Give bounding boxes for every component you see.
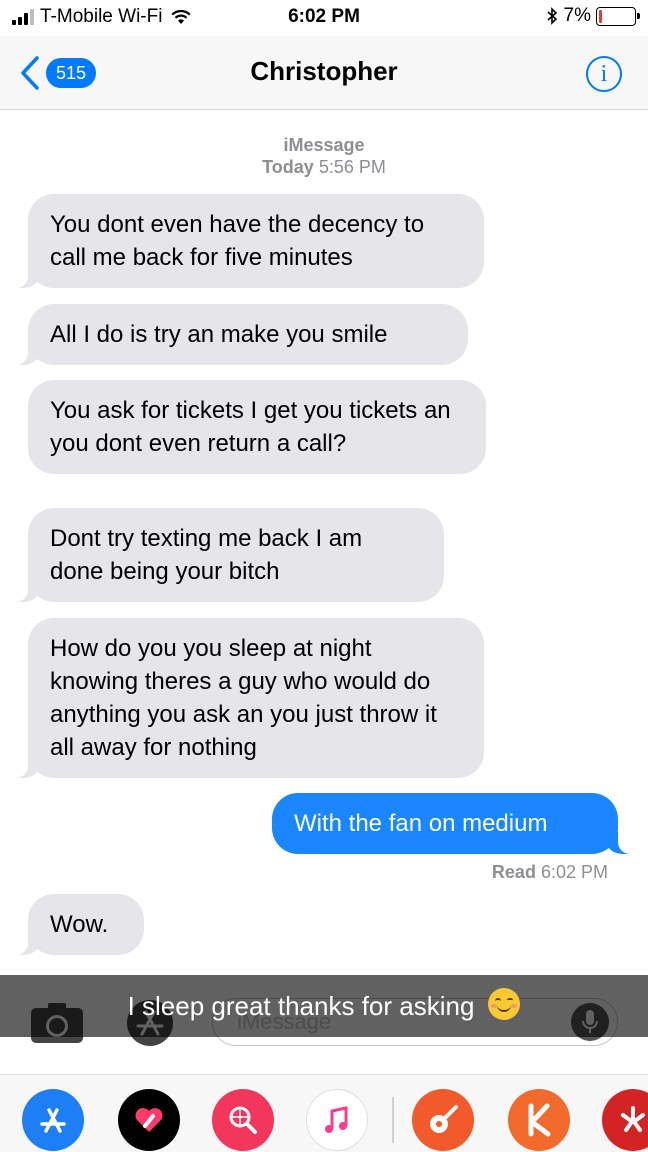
message-bubble[interactable]: All I do is try an make you smile	[6, 304, 468, 365]
date-time: 5:56 PM	[318, 157, 386, 177]
bluetooth-icon	[547, 7, 557, 25]
message-bubble[interactable]: You ask for tickets I get you tickets an…	[28, 380, 486, 474]
info-icon: i	[600, 60, 608, 87]
smiling-face-emoji-icon	[488, 988, 521, 1020]
drawer-divider	[392, 1097, 394, 1143]
caption-text: I sleep great thanks for asking	[127, 990, 475, 1021]
music-note-icon[interactable]	[306, 1089, 368, 1151]
battery-percent: 7%	[563, 5, 591, 26]
message-bubble[interactable]: How do you you sleep at night knowing th…	[6, 618, 484, 778]
app-drawer	[0, 1074, 648, 1152]
conversation-header: iMessage Today 5:56 PM	[0, 134, 648, 178]
timestamp: Today 5:56 PM	[0, 156, 648, 178]
k-letter-icon[interactable]	[508, 1089, 570, 1151]
appstore-icon[interactable]	[22, 1089, 84, 1151]
message-bubble[interactable]: Wow.	[6, 894, 144, 955]
message-bubble-sent[interactable]: With the fan on medium	[272, 793, 640, 854]
yelp-icon[interactable]	[602, 1089, 648, 1151]
message-bubble[interactable]: Dont try texting me back I am done being…	[6, 508, 444, 602]
date-label: Today	[262, 157, 314, 177]
guitar-icon[interactable]	[412, 1089, 474, 1151]
message-bubble[interactable]: You dont even have the decency to call m…	[6, 194, 484, 288]
nav-bar: 515 Christopher i	[0, 36, 648, 110]
contact-name[interactable]: Christopher	[0, 56, 648, 87]
info-button[interactable]: i	[586, 56, 622, 92]
battery-icon	[596, 6, 640, 26]
read-label: Read	[491, 862, 536, 882]
globe-search-icon[interactable]	[212, 1089, 274, 1151]
status-right: 7%	[546, 5, 640, 27]
read-receipt: Read 6:02 PM	[492, 862, 608, 883]
caption-overlay: I sleep great thanks for asking	[0, 975, 648, 1037]
status-bar: T-Mobile Wi-Fi 6:02 PM 7%	[0, 0, 648, 36]
read-time: 6:02 PM	[540, 862, 608, 882]
heart-touch-icon[interactable]	[118, 1089, 180, 1151]
service-label: iMessage	[283, 135, 365, 155]
